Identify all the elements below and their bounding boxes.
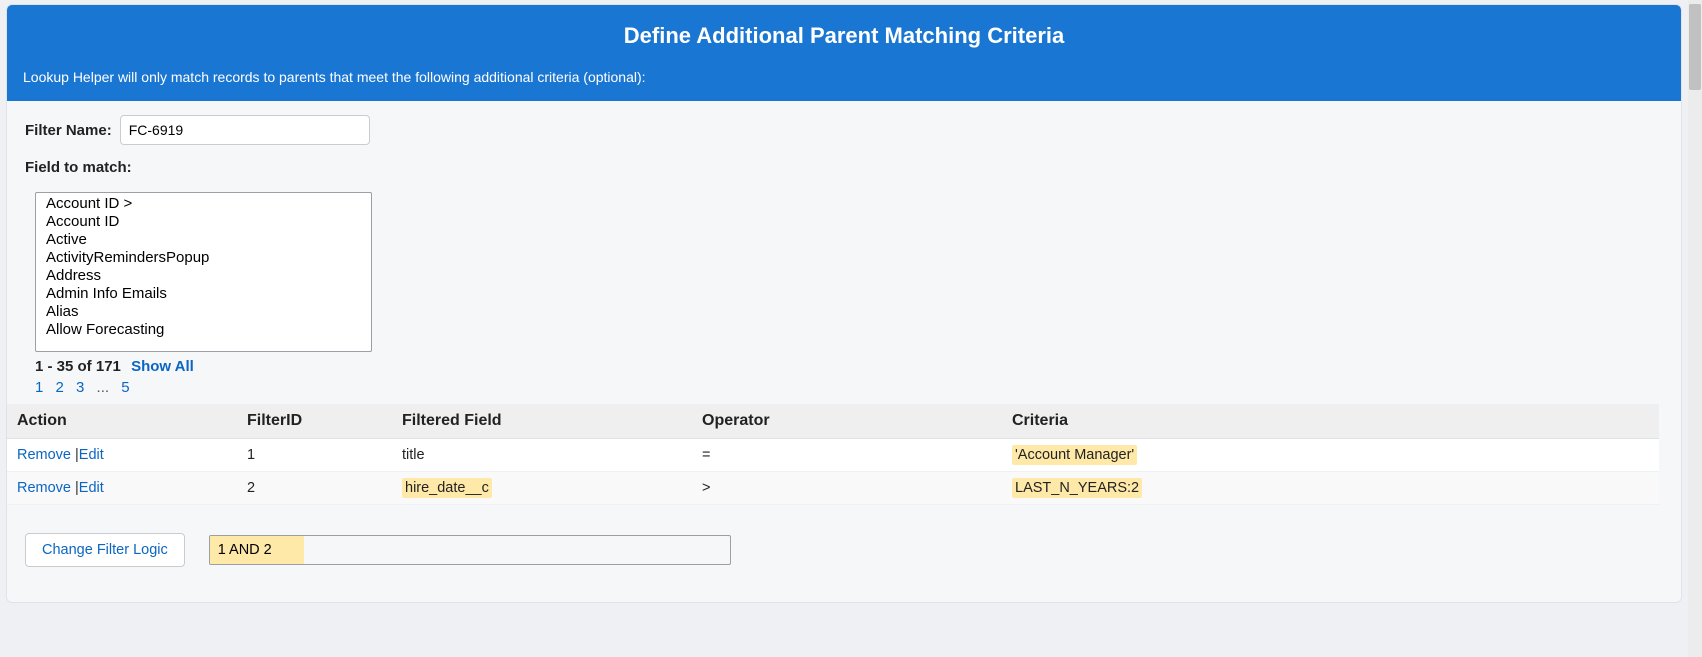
- cell-field: hire_date__c: [392, 472, 692, 505]
- pager-pages: 1 2 3 ... 5: [35, 379, 1677, 396]
- field-option[interactable]: Alias: [40, 303, 367, 321]
- separator: |: [71, 447, 79, 463]
- cell-filterid: 1: [237, 439, 392, 472]
- field-option[interactable]: Account ID: [40, 213, 367, 231]
- field-option[interactable]: Account ID >: [40, 195, 367, 213]
- cell-criteria: 'Account Manager': [1002, 439, 1659, 472]
- cell-action: Remove |Edit: [7, 439, 237, 472]
- cell-criteria: LAST_N_YEARS:2: [1002, 472, 1659, 505]
- header-criteria: Criteria: [1002, 404, 1659, 439]
- field-to-match-label: Field to match:: [25, 159, 1677, 176]
- separator: |: [71, 480, 79, 496]
- highlighted-value: LAST_N_YEARS:2: [1012, 478, 1142, 498]
- header-action: Action: [7, 404, 237, 439]
- field-option[interactable]: ActivityRemindersPopup: [40, 249, 367, 267]
- field-option[interactable]: Address: [40, 267, 367, 285]
- pager-page-2[interactable]: 2: [56, 379, 64, 396]
- pager-page-1[interactable]: 1: [35, 379, 43, 396]
- modal-subtitle: Lookup Helper will only match records to…: [23, 69, 1665, 85]
- table-row: Remove |Edit2hire_date__c>LAST_N_YEARS:2: [7, 472, 1659, 505]
- pager-count: 1 - 35 of 171: [35, 358, 121, 375]
- filter-logic-row: Change Filter Logic: [25, 533, 1677, 567]
- viewport: Define Additional Parent Matching Criter…: [0, 0, 1702, 657]
- filter-logic-input[interactable]: [209, 535, 731, 565]
- cell-operator: >: [692, 472, 1002, 505]
- cell-operator: =: [692, 439, 1002, 472]
- pager-ellipsis: ...: [97, 379, 110, 396]
- filter-logic-input-wrap: [209, 535, 731, 565]
- table-row: Remove |Edit1title='Account Manager': [7, 439, 1659, 472]
- filter-name-label: Filter Name:: [25, 122, 112, 139]
- edit-link[interactable]: Edit: [79, 480, 104, 496]
- pager-page-3[interactable]: 3: [76, 379, 84, 396]
- modal-title: Define Additional Parent Matching Criter…: [23, 23, 1665, 49]
- field-option[interactable]: Admin Info Emails: [40, 285, 367, 303]
- filter-name-input[interactable]: [120, 115, 370, 145]
- header-operator: Operator: [692, 404, 1002, 439]
- modal-body: Filter Name: Field to match: Account ID …: [7, 101, 1681, 583]
- highlighted-value: 'Account Manager': [1012, 445, 1137, 465]
- edit-link[interactable]: Edit: [79, 447, 104, 463]
- remove-link[interactable]: Remove: [17, 447, 71, 463]
- vertical-scrollbar-thumb[interactable]: [1689, 4, 1701, 90]
- modal-header: Define Additional Parent Matching Criter…: [7, 5, 1681, 101]
- change-filter-logic-button[interactable]: Change Filter Logic: [25, 533, 185, 567]
- filter-name-row: Filter Name:: [25, 115, 1677, 145]
- remove-link[interactable]: Remove: [17, 480, 71, 496]
- cell-action: Remove |Edit: [7, 472, 237, 505]
- cell-field: title: [392, 439, 692, 472]
- highlighted-value: hire_date__c: [402, 478, 492, 498]
- field-pager: 1 - 35 of 171 Show All 1 2 3 ... 5: [35, 358, 1677, 396]
- field-option[interactable]: Active: [40, 231, 367, 249]
- cell-filterid: 2: [237, 472, 392, 505]
- vertical-scrollbar[interactable]: [1688, 0, 1702, 657]
- criteria-table: Action FilterID Filtered Field Operator …: [7, 404, 1659, 505]
- field-to-match-select[interactable]: Account ID >Account IDActiveActivityRemi…: [35, 192, 372, 352]
- criteria-header-row: Action FilterID Filtered Field Operator …: [7, 404, 1659, 439]
- pager-page-last[interactable]: 5: [121, 379, 129, 396]
- header-filterid: FilterID: [237, 404, 392, 439]
- header-field: Filtered Field: [392, 404, 692, 439]
- field-option[interactable]: Allow Forecasting: [40, 321, 367, 339]
- show-all-link[interactable]: Show All: [131, 358, 194, 375]
- modal-panel: Define Additional Parent Matching Criter…: [6, 4, 1682, 603]
